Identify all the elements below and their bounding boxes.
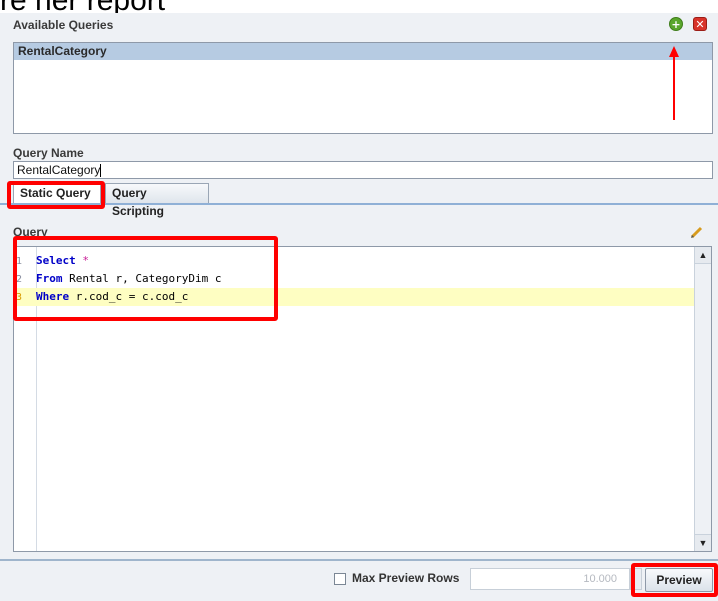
tab-label: Query Scripting xyxy=(112,186,165,218)
footer-divider xyxy=(0,559,718,561)
text-caret xyxy=(100,164,102,178)
query-name-field[interactable]: RentalCategory xyxy=(13,161,713,179)
scroll-down-icon[interactable]: ▼ xyxy=(695,534,711,551)
annotation-box-preview xyxy=(631,563,718,597)
scroll-up-icon[interactable]: ▲ xyxy=(695,247,711,264)
available-queries-label: Available Queries xyxy=(13,18,114,32)
tab-divider xyxy=(0,203,718,205)
available-queries-list[interactable]: RentalCategory xyxy=(13,42,713,134)
query-name-label: Query Name xyxy=(13,146,84,160)
list-item[interactable]: RentalCategory xyxy=(14,43,712,60)
max-preview-rows-field[interactable]: 10.000 xyxy=(470,568,630,590)
annotation-box-tab xyxy=(7,181,105,209)
add-icon[interactable]: + xyxy=(669,17,683,31)
max-preview-rows-checkbox[interactable] xyxy=(334,573,346,585)
tab-query-scripting[interactable]: Query Scripting xyxy=(105,183,209,218)
max-preview-rows-label: Max Preview Rows xyxy=(352,571,460,585)
pencil-icon[interactable] xyxy=(690,225,704,239)
query-name-value: RentalCategory xyxy=(17,163,101,177)
remove-icon[interactable]: ✕ xyxy=(693,17,707,31)
annotation-box-code xyxy=(13,236,278,321)
editor-scrollbar[interactable]: ▲ ▼ xyxy=(694,247,711,551)
annotation-arrow-icon xyxy=(669,46,679,120)
